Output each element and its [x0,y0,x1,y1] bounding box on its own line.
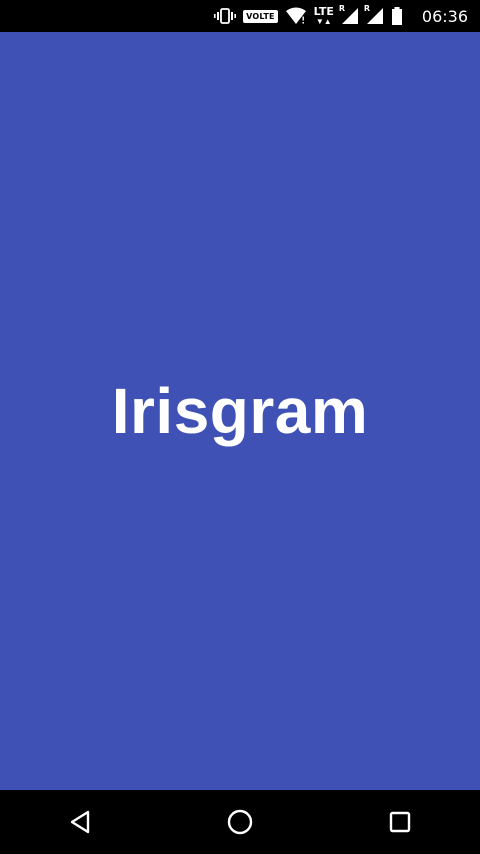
signal-strength-sim2: R [363,4,384,25]
splash-screen: Irisgram [0,32,480,790]
data-arrows-icon: ▼▲ [315,17,332,26]
lte-data-indicator: LTE ▼▲ [314,6,334,26]
roaming-indicator: R [338,4,346,13]
roaming-indicator: R [363,4,371,13]
volte-badge: VOLTE [243,9,278,23]
phone-screen: VOLTE LTE ▼▲ R R 06:36 Irisgram [0,0,480,854]
wifi-icon [285,7,307,25]
app-title: Irisgram [111,375,369,447]
recents-icon [389,811,411,833]
back-button[interactable] [40,790,120,854]
back-icon [70,810,90,834]
status-bar: VOLTE LTE ▼▲ R R 06:36 [0,0,480,32]
status-icons: VOLTE LTE ▼▲ R R 06:36 [214,0,468,32]
clock: 06:36 [421,6,468,26]
battery-icon [391,7,403,25]
signal-strength-sim1: R [338,4,359,25]
recents-button[interactable] [360,790,440,854]
navigation-bar [0,790,480,854]
home-button[interactable] [200,790,280,854]
home-icon [227,809,253,835]
vibrate-icon [214,8,237,24]
lte-label: LTE [313,5,334,18]
